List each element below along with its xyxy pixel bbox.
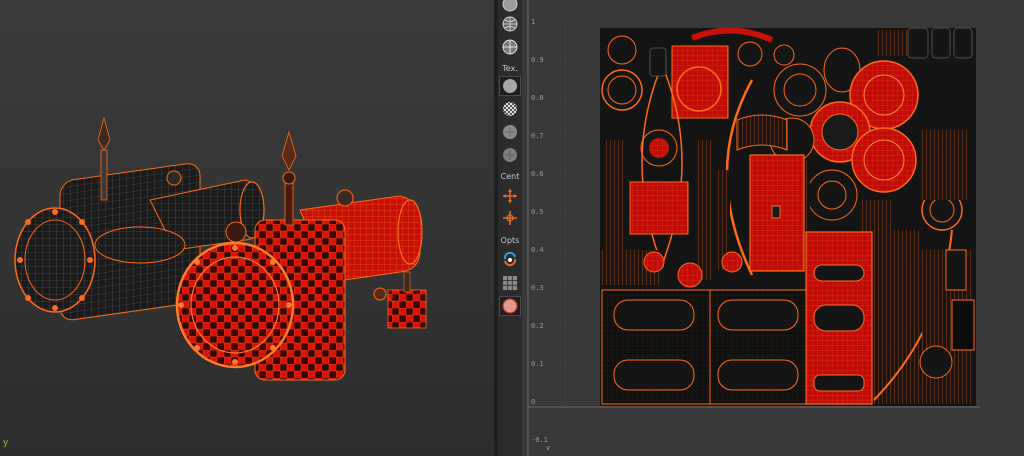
move-center-icon[interactable] bbox=[499, 186, 521, 206]
v-tick-0.8: 0.8 bbox=[531, 94, 544, 102]
engine-model-right bbox=[175, 130, 427, 381]
viewport-scene bbox=[14, 116, 427, 381]
v-axis-label: v bbox=[546, 444, 551, 452]
v-tick-0.5: 0.5 bbox=[531, 208, 544, 216]
checker-on-icon[interactable] bbox=[499, 99, 521, 119]
uv-editor[interactable]: 1 0.9 0.8 0.7 0.6 0.5 0.4 0.3 0.2 0.1 0 … bbox=[522, 0, 1024, 456]
checker-dim2-icon[interactable] bbox=[499, 145, 521, 165]
v-tick-0.7: 0.7 bbox=[531, 132, 544, 140]
sphere-shaded-icon[interactable] bbox=[499, 0, 521, 14]
scale-center-icon[interactable] bbox=[499, 208, 521, 228]
axis-y-label: y bbox=[3, 438, 9, 448]
v-tick-neg: -0.1 bbox=[531, 436, 548, 444]
uv-canvas bbox=[527, 0, 980, 456]
uv-toolbar: Tex. Cent Opts bbox=[498, 0, 522, 456]
v-tick-0.4: 0.4 bbox=[531, 246, 544, 254]
checker-dim-icon[interactable] bbox=[499, 122, 521, 142]
display-swatch-icon[interactable] bbox=[499, 296, 521, 316]
v-tick-0.3: 0.3 bbox=[531, 284, 544, 292]
app-window: y Tex. Cent Opts 1 0.9 0.8 0.7 0.6 0.5 0… bbox=[0, 0, 1024, 456]
cent-label: Cent bbox=[500, 172, 520, 181]
v-tick-0.1: 0.1 bbox=[531, 360, 544, 368]
v-tick-0.9: 0.9 bbox=[531, 56, 544, 64]
viewport-3d[interactable]: y bbox=[0, 0, 494, 456]
v-tick-0.2: 0.2 bbox=[531, 322, 544, 330]
opts-label: Opts bbox=[500, 236, 520, 245]
tex-label: Tex. bbox=[502, 64, 518, 73]
v-tick-1: 1 bbox=[531, 18, 536, 26]
uv-sync-icon[interactable] bbox=[499, 249, 521, 269]
v-tick-0.6: 0.6 bbox=[531, 170, 544, 178]
v-tick-0: 0 bbox=[531, 398, 536, 406]
sphere-textured-icon[interactable] bbox=[499, 37, 521, 57]
grid-icon[interactable] bbox=[499, 273, 521, 293]
uv-tile-content bbox=[600, 27, 976, 406]
checker-off-icon[interactable] bbox=[499, 76, 521, 96]
sphere-wire-icon[interactable] bbox=[499, 14, 521, 34]
